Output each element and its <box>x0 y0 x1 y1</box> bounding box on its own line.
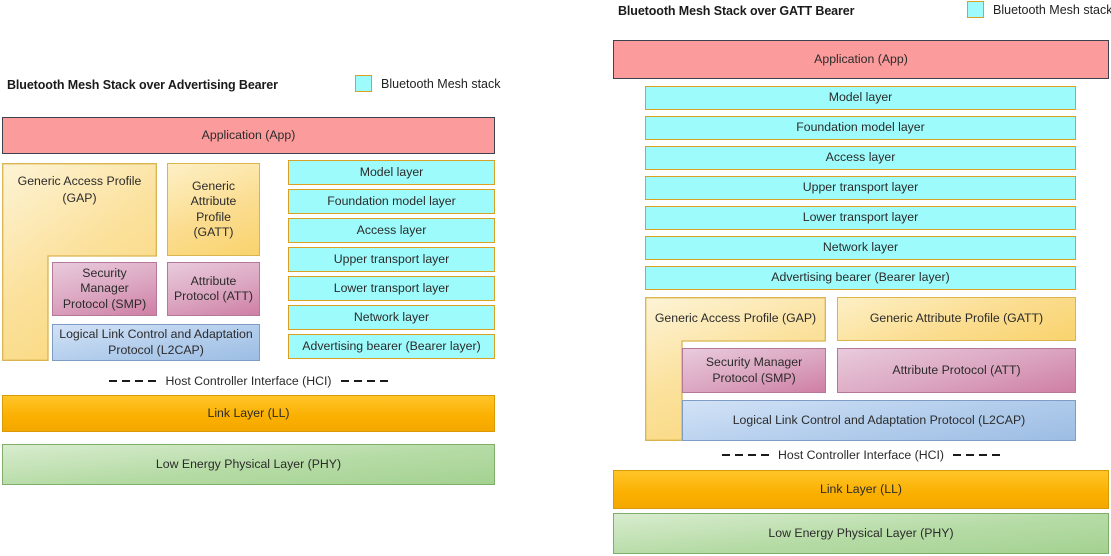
right-diagram-legend: Bluetooth Mesh stack <box>967 1 1111 18</box>
right-l2cap-block: Logical Link Control and Adaptation Prot… <box>682 400 1076 441</box>
right-application-block: Application (App) <box>613 40 1109 79</box>
left-link-layer-block: Link Layer (LL) <box>2 395 495 432</box>
right-hci-divider: Host Controller Interface (HCI) <box>613 447 1109 463</box>
hci-dash <box>966 453 975 457</box>
right-gap-label: Generic Access Profile (GAP) <box>654 311 817 325</box>
left-mesh-layer-3: Upper transport layer <box>288 247 495 272</box>
left-mesh-layer-2: Access layer <box>288 218 495 243</box>
right-mesh-layer-4: Lower transport layer <box>645 206 1076 230</box>
left-gatt-block: Generic Attribute Profile (GATT) <box>167 163 260 256</box>
hci-dash <box>135 379 144 383</box>
left-phy-block: Low Energy Physical Layer (PHY) <box>2 444 495 485</box>
left-att-label-line2: Protocol (ATT) <box>173 289 254 303</box>
hci-dash <box>979 453 988 457</box>
left-smp-label-line2: Protocol (SMP) <box>62 296 147 311</box>
right-smp-label-line2: Protocol (SMP) <box>712 370 796 385</box>
left-gap-label-line2: (GAP) <box>62 190 97 205</box>
right-mesh-layer-1: Foundation model layer <box>645 116 1076 140</box>
hci-dash <box>353 379 362 383</box>
hci-dash <box>953 453 962 457</box>
right-mesh-layer-6: Advertising bearer (Bearer layer) <box>645 266 1076 290</box>
left-mesh-layer-6: Advertising bearer (Bearer layer) <box>288 334 495 359</box>
left-smp-block: Security Manager Protocol (SMP) <box>52 262 157 316</box>
left-gap-label: Generic Access Profile (GAP) <box>2 173 157 206</box>
hci-dash <box>760 453 769 457</box>
right-mesh-layer-3: Upper transport layer <box>645 176 1076 200</box>
left-l2cap-label-line1: Logical Link Control and Adaptation <box>59 327 253 342</box>
left-mesh-layer-0: Model layer <box>288 160 495 185</box>
mesh-stack-legend-swatch <box>355 75 372 92</box>
mesh-stack-legend-label: Bluetooth Mesh stack <box>381 76 501 91</box>
left-l2cap-block: Logical Link Control and Adaptation Prot… <box>52 324 260 361</box>
hci-dash <box>366 379 375 383</box>
left-diagram-legend: Bluetooth Mesh stack <box>355 75 501 92</box>
right-phy-block: Low Energy Physical Layer (PHY) <box>613 513 1109 554</box>
left-smp-label-line1: Security Manager <box>80 265 129 296</box>
left-hci-divider: Host Controller Interface (HCI) <box>2 373 495 389</box>
hci-dash <box>379 379 388 383</box>
right-mesh-layer-2: Access layer <box>645 146 1076 170</box>
right-diagram: Bluetooth Mesh Stack over GATT Bearer Bl… <box>610 0 1111 556</box>
left-mesh-stack: Model layer Foundation model layer Acces… <box>288 160 495 359</box>
right-hci-label: Host Controller Interface (HCI) <box>777 448 945 462</box>
left-hci-label: Host Controller Interface (HCI) <box>165 374 332 388</box>
hci-dash-group-right <box>953 453 1001 457</box>
left-mesh-layer-5: Network layer <box>288 305 495 330</box>
hci-dash <box>122 379 131 383</box>
left-gatt-label-line2: Attribute Profile <box>190 194 237 224</box>
right-smp-block: Security Manager Protocol (SMP) <box>682 348 826 393</box>
hci-dash-group-right <box>340 379 388 383</box>
hci-dash-group-left <box>721 453 769 457</box>
right-mesh-layer-0: Model layer <box>645 86 1076 110</box>
left-diagram-title: Bluetooth Mesh Stack over Advertising Be… <box>7 78 278 92</box>
hci-dash-group-left <box>109 379 157 383</box>
left-gatt-label-line1: Generic <box>191 178 236 193</box>
left-application-block: Application (App) <box>2 117 495 154</box>
hci-dash <box>340 379 349 383</box>
right-gatt-block: Generic Attribute Profile (GATT) <box>837 297 1076 341</box>
right-smp-label-line1: Security Manager <box>705 355 803 370</box>
hci-dash <box>109 379 118 383</box>
mesh-stack-legend-swatch <box>967 1 984 18</box>
left-diagram: Bluetooth Mesh Stack over Advertising Be… <box>0 0 505 556</box>
left-l2cap-label-line2: Protocol (L2CAP) <box>108 342 204 357</box>
right-mesh-layer-5: Network layer <box>645 236 1076 260</box>
right-diagram-title: Bluetooth Mesh Stack over GATT Bearer <box>618 4 855 18</box>
left-att-block: Attribute Protocol (ATT) <box>167 262 260 316</box>
hci-dash <box>734 453 743 457</box>
mesh-stack-legend-label: Bluetooth Mesh stack <box>993 2 1111 17</box>
hci-dash <box>992 453 1001 457</box>
left-att-label-line1: Attribute <box>190 273 237 288</box>
left-mesh-layer-1: Foundation model layer <box>288 189 495 214</box>
right-mesh-stack: Model layer Foundation model layer Acces… <box>645 86 1076 290</box>
left-gap-label-line1: Generic Access Profile <box>17 174 142 188</box>
hci-dash <box>747 453 756 457</box>
left-gatt-label-line3: (GATT) <box>193 224 234 239</box>
hci-dash <box>148 379 157 383</box>
right-att-block: Attribute Protocol (ATT) <box>837 348 1076 393</box>
right-link-layer-block: Link Layer (LL) <box>613 470 1109 509</box>
left-mesh-layer-4: Lower transport layer <box>288 276 495 301</box>
hci-dash <box>721 453 730 457</box>
